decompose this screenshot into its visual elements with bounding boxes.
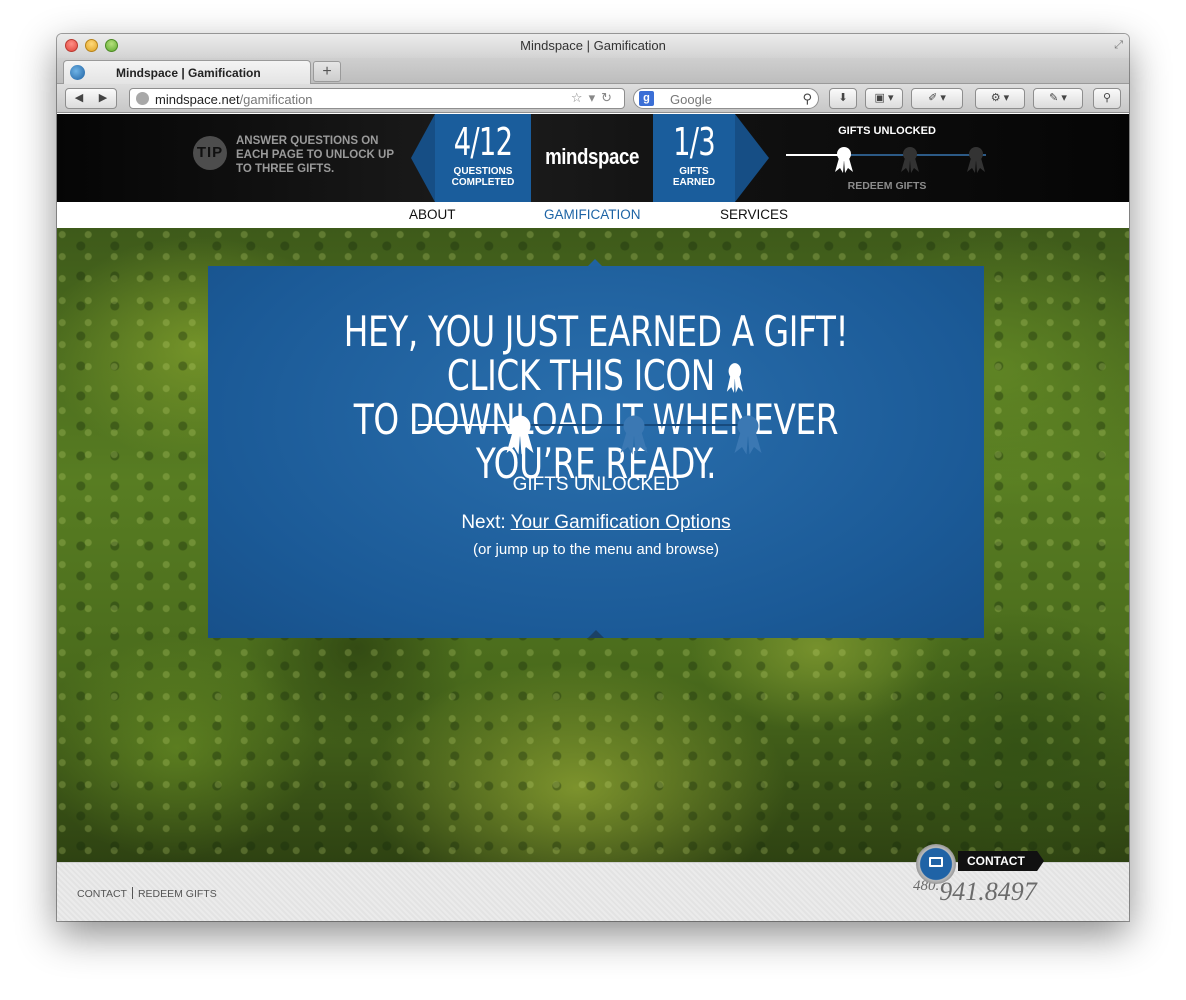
google-search-icon[interactable]: g (639, 91, 654, 106)
developer-tools-button[interactable]: ✎ ▾ (1033, 88, 1083, 109)
footer-divider (131, 887, 133, 899)
gear-icon: ⚙ ▾ (990, 92, 1010, 104)
url-text: mindspace.net/gamification (155, 92, 313, 107)
gift-ribbon-icon-locked (620, 415, 648, 455)
extension-icon: ✐ ▾ (928, 92, 946, 104)
gifts-unlocked-heading: GIFTS UNLOCKED (512, 474, 680, 495)
extension-button[interactable]: ✐ ▾ (911, 88, 963, 109)
bookmarks-button[interactable]: ▣ ▾ (865, 88, 903, 109)
address-bar[interactable]: mindspace.net/gamification ☆▾↻ (129, 88, 625, 109)
gift-ribbon-icon-unlocked[interactable] (502, 414, 538, 456)
headline-line1: HEY, YOU JUST EARNED A GIFT! CLICK THIS … (343, 307, 849, 400)
bookmark-star-icon[interactable]: ☆ (571, 90, 589, 105)
progress-header: TIP ANSWER QUESTIONS ON EACH PAGE TO UNL… (57, 114, 1129, 202)
nav-services[interactable]: SERVICES (720, 207, 788, 222)
gift-earned-modal: HEY, YOU JUST EARNED A GIFT! CLICK THIS … (208, 266, 984, 638)
nav-about[interactable]: ABOUT (409, 207, 456, 222)
gift-ribbon-icon-locked (901, 147, 919, 173)
url-path: /gamification (239, 92, 313, 107)
next-gamification-options-link[interactable]: Your Gamification Options (511, 512, 731, 533)
gifts-label: GIFTS EARNED (653, 166, 735, 188)
gift-ribbon-icon-unlocked[interactable] (833, 146, 855, 174)
gifts-earned-panel: 1/3 GIFTS EARNED (653, 114, 735, 202)
gift-ribbon-icon-locked (734, 415, 762, 455)
download-arrow-icon: ⬇ (838, 92, 848, 104)
main-nav: ABOUT GAMIFICATION SERVICES (57, 202, 1129, 228)
envelope-icon (929, 857, 943, 867)
gift-download-icon[interactable] (725, 362, 745, 394)
footer-contact-link[interactable]: CONTACT (77, 888, 127, 900)
browser-toolbar: ◀ ▶ mindspace.net/gamification ☆▾↻ g Goog… (57, 84, 1129, 113)
gift-ribbon-icon-locked (967, 147, 985, 173)
questions-label-line2: COMPLETED (451, 177, 515, 188)
download-button[interactable]: ⬇ (829, 88, 857, 109)
site-logo[interactable]: mindspace (540, 144, 644, 170)
phone-digits: 941.8497 (939, 877, 1037, 906)
questions-value: 4/12 (453, 120, 513, 164)
next-line: Next: Your Gamification Options (208, 512, 984, 534)
search-bar[interactable]: g Google ⚲ (633, 88, 819, 109)
contact-envelope-icon[interactable] (916, 844, 956, 884)
modal-headline: HEY, YOU JUST EARNED A GIFT! CLICK THIS … (317, 310, 875, 486)
find-button[interactable]: ⚲ (1093, 88, 1121, 109)
page-viewport: TIP ANSWER QUESTIONS ON EACH PAGE TO UNL… (57, 114, 1129, 921)
forward-arrow-icon[interactable]: ▶ (91, 89, 115, 108)
search-input[interactable]: Google (670, 92, 712, 107)
browser-window: Mindspace | Gamification ⤢ Mindspace | G… (57, 34, 1129, 921)
modal-notch-bottom (588, 630, 604, 638)
jump-menu-hint: (or jump up to the menu and browse) (473, 541, 719, 558)
questions-label: QUESTIONS COMPLETED (435, 166, 531, 188)
back-arrow-icon[interactable]: ◀ (67, 89, 91, 108)
settings-button[interactable]: ⚙ ▾ (975, 88, 1025, 109)
modal-gift-track-fill (418, 424, 510, 426)
search-icon[interactable]: ⚲ (802, 91, 812, 107)
hud-gifts-unlocked-title: GIFTS UNLOCKED (838, 125, 936, 137)
gifts-value: 1/3 (673, 120, 716, 164)
reload-icon[interactable]: ↻ (601, 90, 618, 105)
tab-bar: Mindspace | Gamification + (57, 58, 1129, 84)
questions-completed-panel: 4/12 QUESTIONS COMPLETED (435, 114, 531, 202)
eyedropper-icon: ✎ ▾ (1049, 92, 1067, 104)
band-wing-right (735, 114, 769, 202)
questions-label-line1: QUESTIONS (453, 166, 513, 177)
bookmarks-icon: ▣ ▾ (874, 92, 894, 104)
address-bar-actions: ☆▾↻ (571, 90, 618, 106)
band-wing-left (411, 114, 435, 202)
tip-badge: TIP (193, 136, 227, 170)
url-domain: mindspace.net (155, 92, 240, 107)
dropdown-triangle-icon[interactable]: ▾ (589, 90, 602, 105)
window-title: Mindspace | Gamification (520, 38, 666, 53)
magnifier-icon: ⚲ (1102, 92, 1112, 104)
new-tab-button[interactable]: + (313, 61, 341, 82)
contact-tag-button[interactable]: CONTACT (958, 851, 1044, 871)
next-prefix: Next: (461, 512, 506, 533)
tab-mindspace[interactable]: Mindspace | Gamification (63, 60, 311, 84)
site-favicon-icon (70, 65, 85, 80)
footer-redeem-gifts-link[interactable]: REDEEM GIFTS (138, 888, 217, 900)
gifts-label-line1: GIFTS (679, 166, 709, 177)
gifts-label-line2: EARNED (672, 177, 716, 188)
back-forward-buttons: ◀ ▶ (65, 88, 117, 109)
redeem-gifts-link[interactable]: REDEEM GIFTS (837, 180, 937, 192)
fullscreen-icon[interactable]: ⤢ (1114, 39, 1123, 52)
nav-gamification[interactable]: GAMIFICATION (544, 207, 641, 222)
footer-links: CONTACT REDEEM GIFTS (77, 887, 217, 900)
tab-label: Mindspace | Gamification (116, 66, 261, 80)
globe-icon (136, 92, 149, 105)
title-bar: Mindspace | Gamification ⤢ (57, 34, 1129, 58)
tip-text: ANSWER QUESTIONS ON EACH PAGE TO UNLOCK … (236, 135, 394, 175)
